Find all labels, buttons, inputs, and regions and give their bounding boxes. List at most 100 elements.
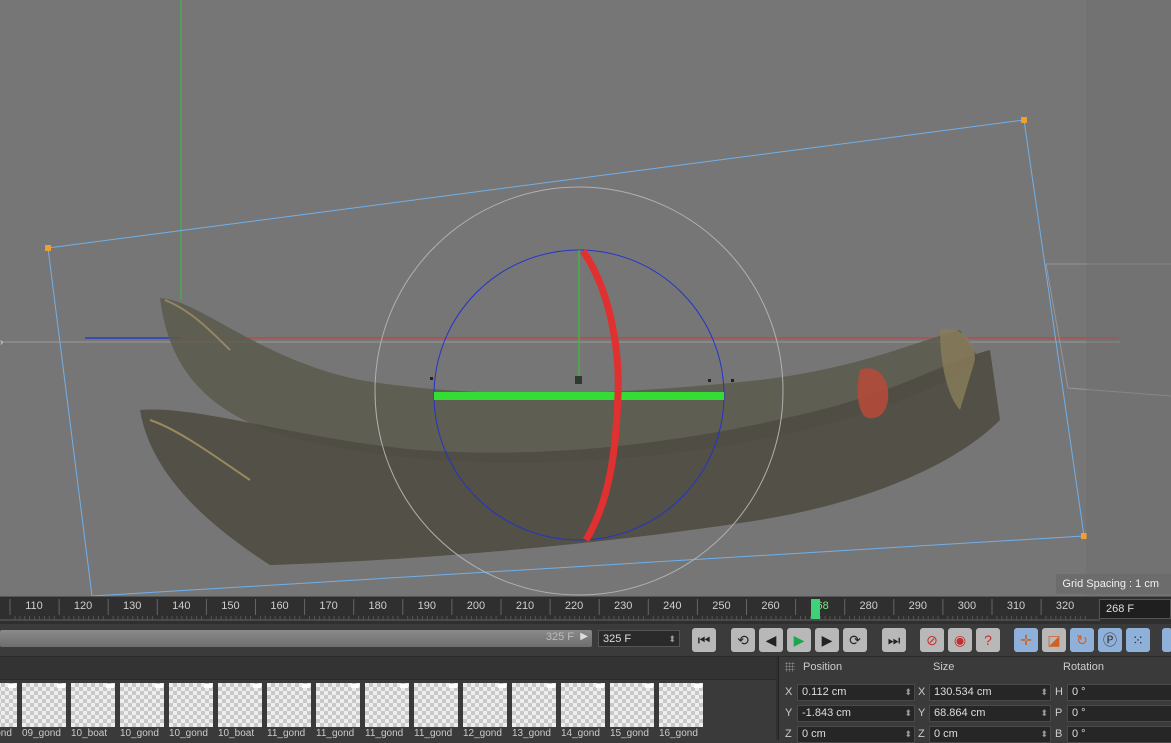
material-preview (218, 683, 262, 727)
material-preview (71, 683, 115, 727)
timeline-tick-label: 130 (123, 600, 142, 612)
material-thumbnail[interactable]: 11_gond (267, 683, 311, 740)
timeline-tick-label: 200 (466, 600, 486, 612)
rotation-header: Rotation (1063, 661, 1104, 673)
viewport-scene[interactable]: › (0, 0, 1171, 596)
material-name: 15_gond (610, 728, 649, 739)
timeline-tick-label: 290 (908, 600, 927, 612)
end-frame-value: 325 F (603, 633, 632, 645)
material-thumbnail[interactable]: 13_gond (512, 683, 556, 740)
size-y-value: 68.864 cm (934, 707, 986, 719)
size-x-value: 130.534 cm (934, 686, 992, 698)
material-thumbnail[interactable]: 12_gond (463, 683, 507, 740)
timeline-tick-label: 320 (1055, 600, 1075, 612)
timeline-tick-label: 210 (515, 600, 535, 612)
lower-panels: 08_gond 09_gond 10_boat 10_gond 10_gond 10_bo… (0, 657, 1171, 743)
3d-viewport[interactable]: › Grid Spacing : 1 cm (0, 0, 1171, 596)
material-preview (512, 683, 556, 727)
grid-spacing-label: Grid Spacing : 1 cm (1056, 574, 1171, 594)
record-button[interactable]: ⊘ (920, 628, 944, 652)
playhead-marker[interactable] (811, 599, 820, 619)
material-preview (610, 683, 654, 727)
material-thumbnail[interactable]: 11_gond (365, 683, 409, 740)
pos-axis-label: Z (785, 728, 792, 740)
next-key-button[interactable]: ⟳ (843, 628, 867, 652)
more-button[interactable] (1162, 628, 1171, 652)
scale-icon: ◪ (1047, 631, 1061, 648)
size-z-field[interactable]: 0 cm ⬍ (929, 726, 1051, 743)
material-thumbnail[interactable]: 16_gond (659, 683, 703, 740)
timeline-tick-label: 110 (25, 600, 43, 612)
material-thumbnail[interactable]: 10_boat (218, 683, 262, 740)
scale-key-button[interactable]: ◪ (1042, 628, 1066, 652)
timeline-tick-label: 220 (564, 600, 584, 612)
prev-frame-icon: ◀ (765, 631, 777, 648)
size-x-field[interactable]: 130.534 cm ⬍ (929, 684, 1051, 701)
position-y-field[interactable]: -1.843 cm ⬍ (797, 705, 915, 722)
size-header: Size (933, 661, 955, 673)
material-thumbnail[interactable]: 08_gond (0, 683, 17, 740)
material-name: 09_gond (22, 728, 61, 739)
next-frame-icon: ▶ (821, 631, 833, 648)
range-arrow-icon: ▶ (580, 631, 588, 642)
position-x-field[interactable]: 0.112 cm ⬍ (797, 684, 915, 701)
material-thumbnail[interactable]: 10_gond (120, 683, 164, 740)
material-thumbnail[interactable]: 10_boat (71, 683, 115, 740)
end-frame-field[interactable]: 325 F ⬍ (598, 630, 680, 647)
param-key-button[interactable]: Ⓟ (1098, 628, 1122, 652)
position-header: Position (803, 661, 843, 673)
range-end-label: 325 F (545, 631, 574, 643)
play-button[interactable]: ▶ (787, 628, 811, 652)
timeline-tick-label: 140 (172, 600, 191, 612)
pos-axis-label: Y (785, 707, 793, 719)
param-icon: Ⓟ (1103, 632, 1117, 648)
size-z-value: 0 cm (934, 728, 958, 740)
gizmo-center[interactable] (575, 376, 582, 384)
pos-axis-label: X (785, 686, 793, 698)
rot-axis-label: B (1055, 728, 1063, 740)
bbox-handle-top-left[interactable] (45, 245, 51, 251)
timeline-tick-label: 310 (1006, 600, 1026, 612)
material-name: 14_gond (561, 728, 600, 739)
next-frame-button[interactable]: ▶ (815, 628, 839, 652)
material-preview (463, 683, 507, 727)
go-to-start-button[interactable]: ⏮ (692, 628, 716, 652)
previous-key-button[interactable]: ⟲ (731, 628, 755, 652)
ruler-ticks (0, 599, 1100, 621)
rotation-h-field[interactable]: 0 ° (1067, 684, 1171, 701)
timeline-tick-label: 180 (368, 600, 387, 612)
current-frame-field[interactable]: 268 F (1099, 599, 1171, 619)
material-manager: 08_gond 09_gond 10_boat 10_gond 10_gond 10_bo… (0, 657, 776, 740)
material-name: 11_gond (414, 728, 453, 739)
auto-key-button[interactable]: ◉ (948, 628, 972, 652)
spin-arrows-icon[interactable]: ⬍ (668, 631, 676, 648)
material-thumbnail[interactable]: 15_gond (610, 683, 654, 740)
go-to-end-button[interactable]: ⏭ (882, 628, 906, 652)
material-preview (0, 683, 17, 727)
material-preview (561, 683, 605, 727)
rot-axis-label: P (1055, 707, 1063, 719)
keyframe-help-button[interactable]: ? (976, 628, 1000, 652)
material-preview (169, 683, 213, 727)
bbox-handle-top-right[interactable] (1021, 117, 1027, 123)
point-level-button[interactable]: ⁙ (1126, 628, 1150, 652)
position-z-field[interactable]: 0 cm ⬍ (797, 726, 915, 743)
rotation-b-field[interactable]: 0 ° (1067, 726, 1171, 743)
material-thumbnail[interactable]: 10_gond (169, 683, 213, 740)
panel-grip-icon[interactable] (785, 662, 795, 672)
timeline-tick-label: 170 (319, 600, 338, 612)
material-preview (120, 683, 164, 727)
timeline-tick-label: 260 (761, 600, 780, 612)
material-thumbnail[interactable]: 11_gond (414, 683, 458, 740)
material-thumbnail[interactable]: 11_gond (316, 683, 360, 740)
preview-range-slider[interactable]: 325 F ▶ (0, 630, 592, 647)
material-thumbnail[interactable]: 14_gond (561, 683, 605, 740)
rotation-p-field[interactable]: 0 ° (1067, 705, 1171, 722)
rotate-key-button[interactable]: ↻ (1070, 628, 1094, 652)
timeline-ruler[interactable]: 110 120 130 140 150 160 170 180 190 200 210 220 230 2… (0, 596, 1171, 624)
size-y-field[interactable]: 68.864 cm ⬍ (929, 705, 1051, 722)
previous-frame-button[interactable]: ◀ (759, 628, 783, 652)
material-thumbnail[interactable]: 09_gond (22, 683, 66, 740)
timeline-tick-label: 280 (859, 600, 878, 612)
move-key-button[interactable]: ✛ (1014, 628, 1038, 652)
